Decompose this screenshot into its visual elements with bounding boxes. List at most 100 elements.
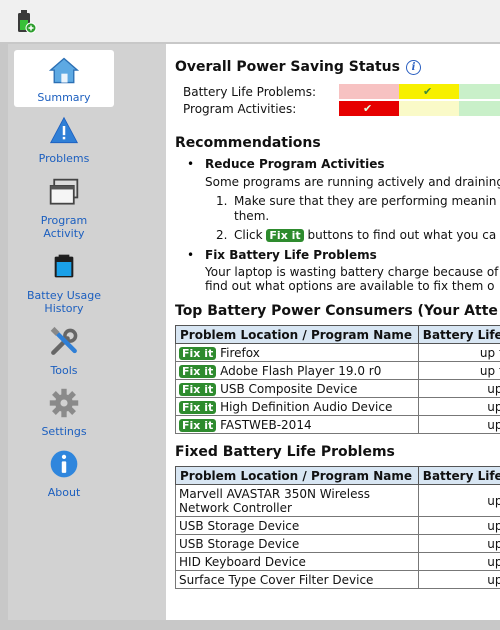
fix-it-button[interactable]: Fix it [179,400,217,414]
program-name: FASTWEB-2014 [220,417,312,432]
title-bar [0,0,500,42]
column-header: Battery Life [417,325,500,344]
battery-life-problems-indicator: ✔ [339,84,500,99]
column-header: Problem Location / Program Name [175,466,419,485]
recommendation-text: Some programs are running actively and d… [205,175,500,189]
sidebar-item-label: Summary [37,91,91,104]
table-row: Fix it High Definition Audio Device up t [175,397,500,416]
sidebar-item-label: Problems [38,152,90,165]
indicator-segment [399,101,459,116]
indicator-segment [339,84,399,99]
gear-icon [49,388,79,418]
fix-it-button[interactable]: Fix it [179,418,217,432]
battery-life-cell: up t [417,397,500,416]
table-row: Fix it Adobe Flash Player 19.0 r0 up to [175,361,500,380]
battery-life-cell: up t [417,415,500,434]
recommendation-text: Your laptop is wasting battery charge be… [205,265,499,279]
program-name: Firefox [220,345,260,360]
sidebar-item-problems[interactable]: Problems [14,116,114,168]
sidebar-item-label: Settings [41,425,87,438]
info-icon[interactable]: i [405,60,421,75]
device-name-cell: Surface Type Cover Filter Device [175,570,419,589]
bullet: • [187,157,195,171]
battery-life-cell: up t [417,484,500,517]
step-number: 1. [216,194,228,208]
table-row: USB Storage Device up t [175,534,500,553]
program-name-cell: Fix it FASTWEB-2014 [175,415,419,434]
program-name: Adobe Flash Player 19.0 r0 [220,363,382,378]
table-row: Surface Type Cover Filter Device up t [175,570,500,589]
fix-it-button[interactable]: Fix it [179,382,217,396]
indicator-segment [459,84,500,99]
recommendation-heading: Reduce Program Activities [205,157,385,171]
program-name-cell: Fix it USB Composite Device [175,379,419,398]
program-name-cell: Fix it Firefox [175,343,419,362]
battery-life-problems-label: Battery Life Problems: [183,85,317,99]
step-text: them. [234,209,270,223]
program-activities-label: Program Activities: [183,102,297,116]
step-number: 2. [216,228,228,242]
info-icon [50,450,78,478]
top-consumers-table: Problem Location / Program Name Battery … [175,325,500,434]
table-header-row: Problem Location / Program Name Battery … [175,466,500,485]
column-header: Problem Location / Program Name [175,325,419,344]
indicator-segment [459,101,500,116]
recommendations-title: Recommendations [175,135,321,151]
sidebar-item-battery-usage-history[interactable]: Battey Usage History [14,249,114,319]
device-name-cell: USB Storage Device [175,534,419,553]
table-row: USB Storage Device up t [175,516,500,535]
device-name-continued: Network Controller [179,500,292,515]
device-name-cell: Marvell AVASTAR 350N Wireless Network Con… [175,484,419,517]
program-name-cell: Fix it High Definition Audio Device [175,397,419,416]
sidebar: Summary Problems Program Activity Battey… [8,44,166,620]
check-icon: ✔ [423,85,433,98]
sidebar-item-label: Tools [50,364,78,377]
sidebar-item-settings[interactable]: Settings [14,387,114,439]
table-header-row: Problem Location / Program Name Battery … [175,325,500,344]
battery-life-cell: up t [417,552,500,571]
warning-icon [49,116,79,144]
battery-life-cell: up t [417,570,500,589]
program-name: High Definition Audio Device [220,399,393,414]
sidebar-item-label: Battey Usage History [27,289,101,315]
sidebar-item-about[interactable]: About [14,448,114,500]
step-text: Make sure that they are performing meani… [234,194,497,208]
sidebar-item-tools[interactable]: Tools [14,326,114,378]
program-activities-indicator: ✔ [339,101,500,116]
status-section: Overall Power Saving Status i [175,59,421,75]
device-name: Marvell AVASTAR 350N Wireless [179,486,370,501]
battery-life-cell: up t [417,379,500,398]
indicator-segment: ✔ [339,101,399,116]
fixed-problems-table: Problem Location / Program Name Battery … [175,466,500,589]
table-row: Fix it Firefox up to [175,343,500,362]
table-row: Fix it FASTWEB-2014 up t [175,415,500,434]
table-row: Marvell AVASTAR 350N Wireless Network Con… [175,484,500,517]
step-text-after: buttons to find out what you ca [307,228,497,242]
sidebar-item-program-activity[interactable]: Program Activity [14,177,114,240]
fixed-problems-title: Fixed Battery Life Problems [175,444,395,460]
sidebar-item-label: Program Activity [40,214,88,240]
sidebar-item-summary[interactable]: Summary [14,50,114,107]
fix-it-button[interactable]: Fix it [179,346,217,360]
page-title: Overall Power Saving Status [175,59,400,75]
program-name: USB Composite Device [220,381,358,396]
program-name-cell: Fix it Adobe Flash Player 19.0 r0 [175,361,419,380]
battery-life-cell: up to [417,343,500,362]
house-icon [48,57,80,84]
recommendation-heading: Fix Battery Life Problems [205,248,377,262]
bullet: • [187,248,195,262]
step-text-before: Click [234,228,263,242]
table-row: Fix it USB Composite Device up t [175,379,500,398]
device-name-cell: HID Keyboard Device [175,552,419,571]
battery-life-cell: up t [417,534,500,553]
sidebar-item-label: About [47,486,81,499]
main-content: Overall Power Saving Status i Battery Lif… [166,44,500,620]
fix-it-button[interactable]: Fix it [266,229,304,242]
battery-icon [54,254,74,278]
table-row: HID Keyboard Device up t [175,552,500,571]
fix-it-button[interactable]: Fix it [179,364,217,378]
windows-icon [49,178,79,205]
device-name-cell: USB Storage Device [175,516,419,535]
battery-life-cell: up to [417,361,500,380]
battery-power-icon [18,10,37,34]
